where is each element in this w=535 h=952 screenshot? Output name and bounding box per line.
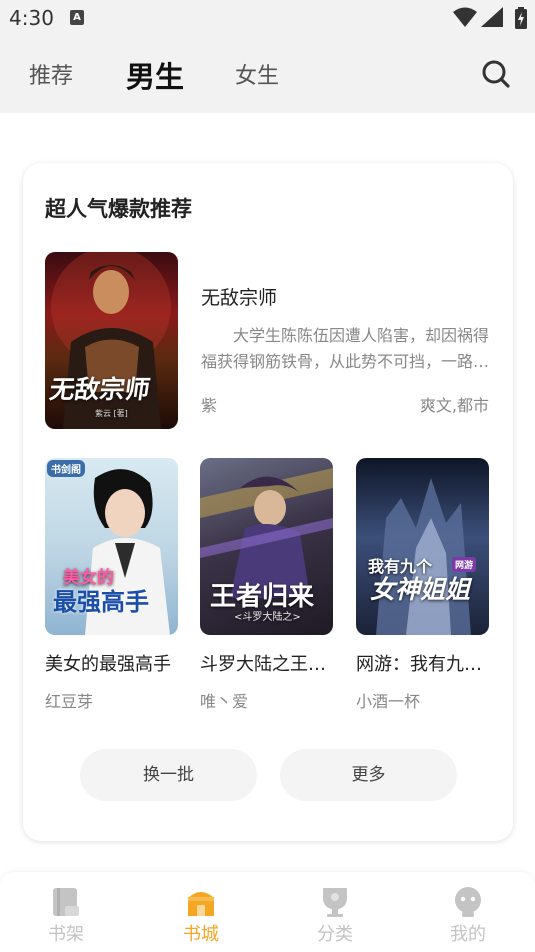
book-cover-title-2: 最强高手 [53,588,149,616]
tab-male[interactable]: 男生 [126,54,184,96]
tab-female[interactable]: 女生 [235,58,279,90]
recommend-card: 超人气爆款推荐 无敌宗师 紫云 [著] 无敌宗师 大学生陈陈伍因遭人陷害，却因祸… [23,163,513,841]
notification-icon: A [70,10,84,25]
bottom-nav: 书架 书城 分类 我的 [0,872,535,952]
section-title: 超人气爆款推荐 [45,197,192,221]
search-button[interactable] [481,59,511,89]
book-title[interactable]: 斗罗大陆之王者归来 [200,650,338,676]
nav-label: 书架 [48,924,84,945]
nav-item-profile[interactable]: 我的 [433,886,503,946]
book-cover-title-2: 女神姐姐 [370,575,471,604]
featured-book-cover[interactable]: 无敌宗师 紫云 [著] [45,252,178,429]
tab-recommend[interactable]: 推荐 [29,58,73,90]
bookshelf-icon [53,888,79,916]
featured-cover-author: 紫云 [著] [95,409,128,418]
bookstore-icon [188,892,214,916]
featured-book-tags: 爽文,都市 [419,396,489,415]
search-icon [482,60,510,88]
book-cover-title-2: <斗罗大陆之> [234,612,301,623]
category-icon [323,888,347,917]
wifi-icon [453,7,477,27]
nav-item-category[interactable]: 分类 [300,886,370,946]
battery-icon [515,7,527,29]
book-cover-badge: 书剑阁 [47,460,85,477]
book-cover[interactable]: 书剑阁 美女的 最强高手 [45,458,178,635]
featured-book-description: 大学生陈陈伍因遭人陷害，却因祸得福获得钢筋铁骨，从此势不可挡，一路高歌猛进，成就… [201,326,490,371]
nav-label: 我的 [450,924,486,945]
nav-item-bookstore[interactable]: 书城 [166,886,236,946]
change-batch-button[interactable]: 换一批 [80,749,257,801]
book-cover-art [376,478,471,635]
book-author: 小酒一杯 [356,692,421,711]
book-cover[interactable]: 王者归来 <斗罗大陆之> [200,458,333,635]
book-cover[interactable]: 网游 我有九个 女神姐姐 [356,458,489,635]
book-author: 红豆芽 [45,692,94,711]
profile-icon [455,887,481,917]
signal-icon [481,7,503,27]
book-author: 唯丶爱 [200,692,249,711]
featured-book-author: 紫 [201,396,218,415]
nav-label: 分类 [317,924,353,945]
top-nav: 推荐 男生 女生 [0,38,535,113]
status-bar: 4:30 A [0,0,535,38]
featured-book-title[interactable]: 无敌宗师 [201,283,277,310]
book-title[interactable]: 美女的最强高手 [45,650,183,676]
featured-cover-title: 无敌宗师 [47,375,152,404]
status-time: 4:30 [9,6,54,30]
nav-label: 书城 [183,924,219,945]
book-title[interactable]: 网游：我有九个女神姐姐 [356,650,494,676]
more-button[interactable]: 更多 [280,749,457,801]
nav-item-bookshelf[interactable]: 书架 [31,886,101,946]
